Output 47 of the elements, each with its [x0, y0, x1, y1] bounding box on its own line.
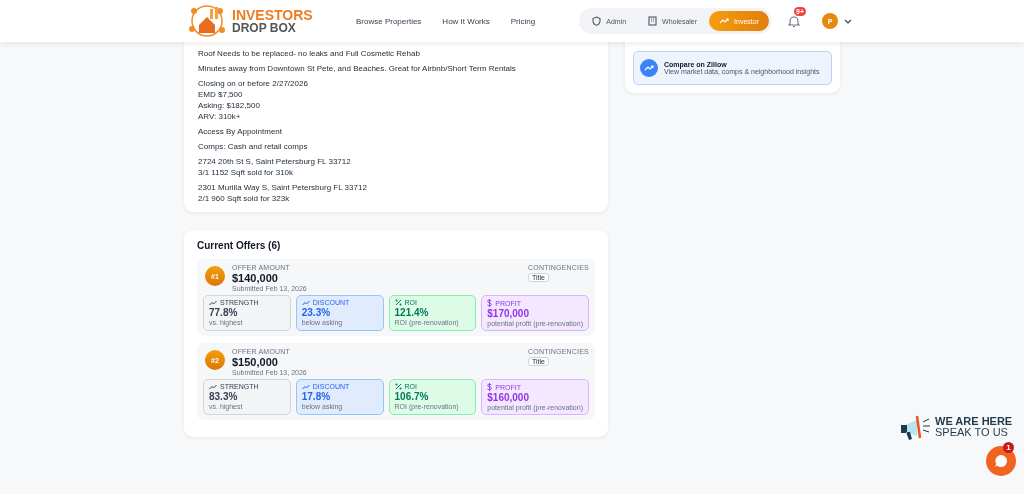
description-text: Access By Appointment: [198, 126, 284, 137]
description-text: Roof Needs to be replaced- no leaks and Full Cosmetic Rehab: [198, 48, 421, 59]
metric-value: 77.8%: [209, 307, 239, 318]
notification-badge: 1: [1003, 442, 1014, 453]
description-text: 2724 20th St S, Saint Petersburg FL 33712: [198, 156, 352, 167]
description-text: Minutes away from Downtown St Pete, and Beaches. Great for Airbnb/Short Term Rentals: [198, 63, 517, 74]
metric-value: 106.7%: [394, 391, 430, 402]
nav-link[interactable]: Pricing: [510, 16, 536, 26]
description-text: Asking: $182,500: [198, 100, 261, 111]
section-title: Current Offers (6): [197, 240, 282, 251]
metric-value: 121.4%: [394, 307, 430, 318]
logo-subtitle: DROP BOX: [232, 22, 297, 34]
promo-subtitle: SPEAK TO US: [935, 427, 1009, 438]
trend-icon: [301, 299, 310, 306]
description-text: EMD $7,500: [198, 89, 244, 100]
nav-link[interactable]: Browse Properties: [356, 16, 422, 26]
trend-icon: [301, 383, 310, 390]
trend-icon: [640, 59, 658, 77]
dollar-icon: [487, 383, 493, 391]
metric-value: 23.3%: [301, 307, 332, 318]
description-text: 2/1 960 Sqft sold for 323k: [198, 193, 291, 204]
trend-icon: [719, 17, 730, 25]
trend-icon: [209, 299, 217, 306]
offer-amount: $150,000: [232, 356, 279, 368]
house-network-icon: [186, 3, 228, 39]
metric-value: $160,000: [487, 392, 530, 403]
nav-link[interactable]: How It Works: [442, 16, 490, 26]
building-icon: [648, 16, 658, 26]
trend-icon: [209, 383, 217, 390]
chevron-down-icon[interactable]: [844, 18, 852, 24]
description-text: 2301 Murilla Way S, Saint Petersburg FL 33712: [198, 182, 368, 193]
description-text: Closing on or before 2/27/2026: [198, 78, 309, 89]
description-text: Comps: Cash and retail comps: [198, 141, 309, 152]
bell-icon[interactable]: [788, 14, 800, 28]
promo-title: WE ARE HERE: [935, 416, 1013, 427]
percent-icon: [394, 383, 402, 390]
metric-value: 17.8%: [301, 391, 332, 402]
description-text: 3/1 1152 Sqft sold for 310k: [198, 167, 295, 178]
logo-title: INVESTORS: [232, 8, 313, 22]
description-text: ARV: 310k+: [198, 111, 242, 122]
shield-icon: [592, 16, 602, 26]
offer-amount: $140,000: [232, 272, 279, 284]
chat-bubble-icon: [994, 454, 1008, 468]
percent-icon: [394, 299, 402, 306]
metric-value: $170,000: [487, 308, 530, 319]
dollar-icon: [487, 299, 493, 307]
metric-value: 83.3%: [209, 391, 239, 402]
